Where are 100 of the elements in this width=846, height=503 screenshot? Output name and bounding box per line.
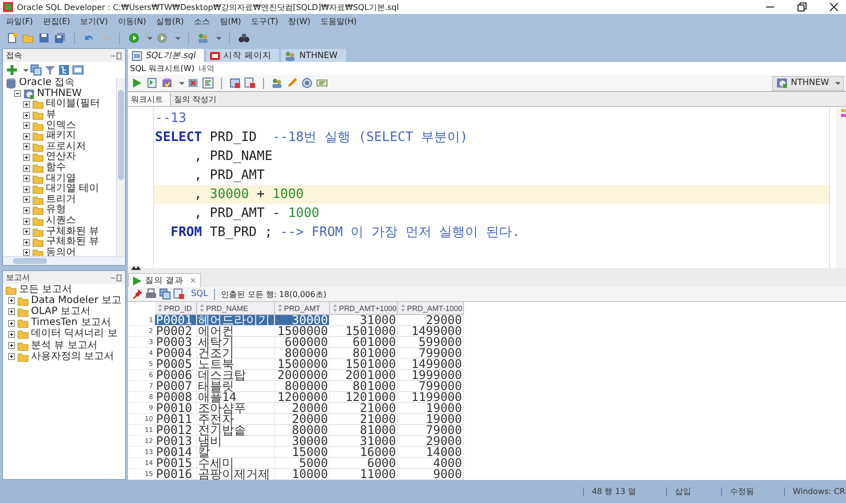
export-icon[interactable]: [244, 77, 256, 89]
tree-item[interactable]: 모든 보고서: [19, 284, 72, 295]
play-circle-icon[interactable]: [128, 32, 140, 44]
expander-icon[interactable]: [23, 206, 30, 214]
scrollbar[interactable]: [3, 256, 125, 265]
tree-item[interactable]: 대기열: [46, 174, 76, 184]
menu-item[interactable]: 팀(M): [220, 16, 242, 26]
scrollbar[interactable]: [116, 78, 125, 256]
expander-icon[interactable]: [8, 297, 15, 304]
tree-item[interactable]: 함수: [46, 163, 66, 174]
expander-icon[interactable]: [23, 186, 30, 193]
editor-tab[interactable]: SQL기본.sql: [128, 49, 204, 62]
add-icon[interactable]: [6, 64, 18, 76]
tree-icon[interactable]: [58, 64, 70, 76]
menu-item[interactable]: 파일(F): [6, 16, 33, 26]
save-all-icon[interactable]: [54, 32, 66, 44]
folder-icon: [32, 215, 44, 228]
commit-icon[interactable]: [161, 77, 173, 89]
tree-item[interactable]: 시퀀스: [46, 216, 76, 226]
sub-tab[interactable]: 내역: [198, 63, 215, 74]
new-file-icon[interactable]: [6, 32, 18, 44]
expander-icon[interactable]: [23, 218, 30, 225]
menu-item[interactable]: 도움말(H): [320, 16, 357, 26]
people-icon[interactable]: [271, 77, 283, 89]
copy-icon[interactable]: [30, 64, 42, 76]
worksheet-tab[interactable]: 워크시트: [128, 92, 171, 106]
tree-item[interactable]: 사용자정의 보고서: [31, 352, 114, 362]
copy-icon[interactable]: [159, 288, 171, 300]
tree-item[interactable]: 뷰: [46, 110, 56, 120]
tree-item[interactable]: Oracle 접속: [19, 78, 75, 88]
expander-icon[interactable]: [23, 249, 30, 256]
restore-icon[interactable]: [796, 1, 808, 13]
tree-item[interactable]: Data Modeler 보고: [31, 296, 122, 306]
expander-icon[interactable]: [14, 90, 21, 98]
menu-item[interactable]: 실행(R): [156, 16, 184, 26]
tree-item[interactable]: 인덱스: [46, 120, 76, 131]
print-icon[interactable]: [145, 288, 157, 300]
editor-tab[interactable]: NTHNEW: [281, 49, 346, 62]
tree-item[interactable]: 프로시저: [46, 142, 86, 152]
expander-icon[interactable]: [23, 238, 30, 246]
tree-item[interactable]: 패키지: [46, 131, 76, 142]
tree-item[interactable]: 트리거: [46, 194, 76, 205]
pin-icon[interactable]: [131, 288, 143, 300]
tree-item[interactable]: 데이터 딕셔너리 보: [31, 329, 118, 340]
expander-icon[interactable]: [23, 132, 30, 140]
expander-icon[interactable]: [23, 122, 30, 130]
tree-item[interactable]: 테이블(필터: [46, 99, 100, 110]
expander-icon[interactable]: [23, 228, 30, 236]
tree-item[interactable]: 대기열 테이: [46, 184, 100, 194]
menu-item[interactable]: 이동(N): [118, 16, 146, 26]
expander-icon[interactable]: [23, 154, 30, 161]
connection-dropdown[interactable]: NTHNEW: [772, 76, 844, 90]
expander-icon[interactable]: [8, 320, 15, 327]
save-icon[interactable]: [38, 32, 50, 44]
worksheet-tab[interactable]: 질의 작성기: [171, 92, 224, 106]
binoculars-icon[interactable]: [238, 32, 250, 44]
expander-icon[interactable]: [8, 342, 15, 350]
close-icon[interactable]: ×: [190, 276, 196, 285]
scrollbar[interactable]: [836, 107, 846, 268]
code-line: SELECT PRD_ID --18번 실행 (SELECT 부분이): [155, 130, 468, 146]
table-cell: 15000: [275, 447, 330, 458]
results-tab[interactable]: 질의 결과 ×: [128, 273, 202, 287]
expander-icon[interactable]: [23, 196, 30, 204]
expander-icon[interactable]: [8, 308, 15, 316]
sql-link[interactable]: SQL: [191, 289, 208, 299]
expander-icon[interactable]: [8, 330, 15, 338]
menu-item[interactable]: 편집(E): [42, 16, 70, 26]
tree-item[interactable]: 구체화된 뷰: [46, 226, 100, 237]
filter-icon[interactable]: [44, 64, 56, 76]
expander-icon[interactable]: [8, 353, 15, 360]
plan-icon[interactable]: [202, 77, 214, 89]
export-icon[interactable]: [173, 288, 185, 300]
rollback-icon[interactable]: [187, 77, 199, 89]
run-script-icon[interactable]: [146, 77, 158, 89]
expander-icon[interactable]: [23, 100, 30, 108]
menu-item[interactable]: 도구(T): [251, 16, 278, 26]
expander-icon[interactable]: [23, 112, 30, 119]
tree-item[interactable]: OLAP 보고서: [31, 306, 91, 317]
editor-tab[interactable]: 시작 페이지: [206, 49, 280, 62]
tree-item[interactable]: TimesTen 보고서: [31, 318, 111, 328]
tree-item[interactable]: 구체화된 뷰: [46, 237, 100, 248]
menu-item[interactable]: 창(W): [288, 16, 310, 26]
table-cell: 주전자: [197, 414, 275, 425]
table-cell: 80000: [275, 425, 330, 436]
window-icon[interactable]: [72, 64, 84, 76]
close-icon[interactable]: [828, 1, 840, 13]
tree-item[interactable]: 분석 뷰 보고서: [31, 340, 98, 351]
expander-icon[interactable]: [23, 164, 30, 172]
run-icon[interactable]: [131, 77, 143, 89]
expander-icon[interactable]: [23, 143, 30, 150]
tree-item[interactable]: NTHNEW: [37, 88, 82, 99]
expander-icon[interactable]: [23, 175, 30, 182]
table-cell: 에어컨: [197, 326, 275, 337]
sub-tab[interactable]: SQL 워크시트(W): [130, 63, 195, 74]
tree-item[interactable]: 유형: [46, 205, 66, 216]
menu-item[interactable]: 소스: [194, 16, 210, 26]
tree-item[interactable]: 연산자: [46, 152, 76, 162]
menu-item[interactable]: 보기(V): [80, 16, 108, 26]
tree-item[interactable]: 동의어: [46, 248, 76, 256]
circle-icon[interactable]: [156, 32, 168, 44]
